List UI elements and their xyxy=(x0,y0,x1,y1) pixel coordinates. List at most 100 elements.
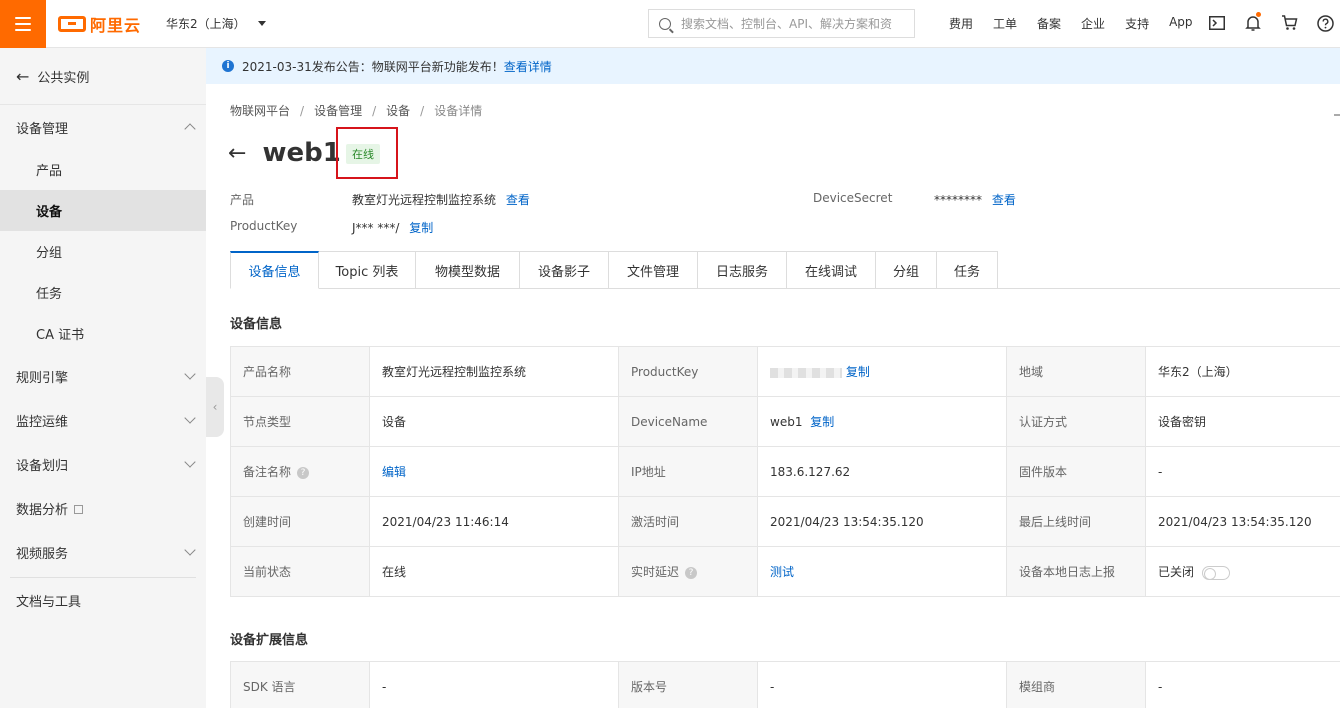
breadcrumb-device-mgmt[interactable]: 设备管理 xyxy=(314,104,362,118)
cell-key: 节点类型 xyxy=(230,396,370,447)
section-title-device-info: 设备信息 xyxy=(230,317,283,332)
tab-thing-model-data[interactable]: 物模型数据 xyxy=(416,251,520,289)
tab-topic-list[interactable]: Topic 列表 xyxy=(319,251,416,289)
help-icon[interactable] xyxy=(1314,12,1336,34)
sidebar-group-label: 设备划归 xyxy=(16,458,69,474)
aliyun-logo[interactable]: 阿里云 xyxy=(58,12,141,36)
table-row: 节点类型 设备 DeviceName web1 复制 认证方式 设备密钥 xyxy=(230,396,1340,447)
cell-key: DeviceName xyxy=(618,396,758,447)
page-title-row: ← web1 xyxy=(228,138,341,168)
sidebar-item-product[interactable]: 产品 xyxy=(0,149,206,190)
scrollbar-indicator[interactable] xyxy=(1334,114,1340,116)
cell-key: 最后上线时间 xyxy=(1006,496,1146,547)
copy-devicename-link[interactable]: 复制 xyxy=(810,415,834,429)
sidebar-group-label: 视频服务 xyxy=(16,546,69,562)
test-latency-link[interactable]: 测试 xyxy=(770,565,794,579)
cell-key: 地域 xyxy=(1006,346,1146,397)
link-icp[interactable]: 备案 xyxy=(1037,15,1061,32)
meta-productkey-label: ProductKey xyxy=(230,219,298,233)
copy-productkey-link[interactable]: 复制 xyxy=(846,365,870,379)
cell-key: 当前状态 xyxy=(230,546,370,597)
breadcrumb-sep: / xyxy=(420,104,425,118)
cell-value: - xyxy=(757,661,1007,708)
cell-key: 创建时间 xyxy=(230,496,370,547)
masked-productkey xyxy=(770,367,842,378)
copy-productkey-link[interactable]: 复制 xyxy=(409,221,433,235)
sidebar-item-ca-cert[interactable]: CA 证书 xyxy=(0,313,206,354)
cell-value: 2021/04/23 13:54:35.120 xyxy=(757,496,1007,547)
breadcrumb-sep: / xyxy=(300,104,305,118)
table-row: SDK 语言 - 版本号 - 模组商 - xyxy=(230,661,1340,708)
sidebar-group-video[interactable]: 视频服务 xyxy=(0,530,206,574)
external-link-icon xyxy=(74,504,84,514)
breadcrumb-device[interactable]: 设备 xyxy=(386,104,410,118)
tab-task[interactable]: 任务 xyxy=(937,251,998,289)
tab-device-info[interactable]: 设备信息 xyxy=(230,251,319,289)
sidebar-group-label: 设备管理 xyxy=(16,121,69,137)
back-arrow-icon[interactable]: ← xyxy=(228,141,246,166)
view-secret-link[interactable]: 查看 xyxy=(992,193,1016,207)
region-label: 华东2（上海） xyxy=(166,17,246,31)
link-app[interactable]: App xyxy=(1169,15,1192,32)
cell-key: 模组商 xyxy=(1006,661,1146,708)
link-billing[interactable]: 费用 xyxy=(949,15,973,32)
question-icon[interactable]: ? xyxy=(297,466,310,479)
sidebar-item-device[interactable]: 设备 xyxy=(0,190,206,231)
link-support[interactable]: 支持 xyxy=(1125,15,1149,32)
terminal-icon[interactable] xyxy=(1206,12,1228,34)
cell-value: web1 复制 xyxy=(757,396,1007,447)
back-to-public-instance[interactable]: ← 公共实例 xyxy=(0,48,206,105)
sidebar-group-data-analysis[interactable]: 数据分析 xyxy=(0,486,206,530)
tab-log-service[interactable]: 日志服务 xyxy=(698,251,787,289)
sidebar-item-task[interactable]: 任务 xyxy=(0,272,206,313)
cell-key: ProductKey xyxy=(618,346,758,397)
tab-file-mgmt[interactable]: 文件管理 xyxy=(609,251,698,289)
cell-key: 激活时间 xyxy=(618,496,758,547)
sidebar-group-monitoring[interactable]: 监控运维 xyxy=(0,398,206,442)
cell-key: 认证方式 xyxy=(1006,396,1146,447)
announcement-link[interactable]: 查看详情 xyxy=(504,58,552,75)
sidebar-group-device-mgmt[interactable]: 设备管理 xyxy=(0,105,206,149)
status-badge: 在线 xyxy=(346,144,380,164)
link-ticket[interactable]: 工单 xyxy=(993,15,1017,32)
search-placeholder: 搜索文档、控制台、API、解决方案和资 xyxy=(681,17,892,31)
search-input[interactable]: 搜索文档、控制台、API、解决方案和资 xyxy=(648,9,915,38)
tab-group[interactable]: 分组 xyxy=(876,251,937,289)
tab-device-shadow[interactable]: 设备影子 xyxy=(520,251,609,289)
breadcrumb-iot-platform[interactable]: 物联网平台 xyxy=(230,104,290,118)
announcement-text: 2021-03-31发布公告：物联网平台新功能发布！ xyxy=(242,59,504,74)
cell-value: 复制 xyxy=(757,346,1007,397)
breadcrumb-current: 设备详情 xyxy=(434,104,483,118)
top-navigation-bar: 阿里云 华东2（上海） 搜索文档、控制台、API、解决方案和资 费用 工单 备案… xyxy=(0,0,1340,48)
sidebar-group-rules[interactable]: 规则引擎 xyxy=(0,354,206,398)
cart-icon[interactable] xyxy=(1278,12,1300,34)
log-report-toggle[interactable] xyxy=(1202,565,1231,580)
cell-value: - xyxy=(1145,661,1340,708)
sidebar-group-device-transfer[interactable]: 设备划归 xyxy=(0,442,206,486)
product-name: 教室灯光远程控制监控系统 xyxy=(352,193,497,207)
bell-icon[interactable] xyxy=(1242,12,1264,34)
table-row: 当前状态 在线 实时延迟? 测试 设备本地日志上报 已关闭 xyxy=(230,546,1340,597)
meta-secret-value: ******** 查看 xyxy=(934,191,1016,208)
region-selector[interactable]: 华东2（上海） xyxy=(166,15,266,32)
back-label: 公共实例 xyxy=(37,70,90,86)
question-icon[interactable]: ? xyxy=(685,566,698,579)
view-product-link[interactable]: 查看 xyxy=(506,193,530,207)
edit-remark-link[interactable]: 编辑 xyxy=(382,465,406,479)
chevron-down-icon xyxy=(184,456,196,468)
ext-info-table: SDK 语言 - 版本号 - 模组商 - xyxy=(230,661,1340,708)
sidebar-group-label: 规则引擎 xyxy=(16,370,69,386)
sidebar-collapse-handle[interactable]: ‹ xyxy=(206,377,224,437)
link-enterprise[interactable]: 企业 xyxy=(1081,15,1105,32)
cell-value: 2021/04/23 13:54:35.120 xyxy=(1145,496,1340,547)
chevron-up-icon xyxy=(184,123,196,135)
meta-productkey-value: J*** ***/ 复制 xyxy=(352,219,433,236)
device-tabs: 设备信息 Topic 列表 物模型数据 设备影子 文件管理 日志服务 在线调试 … xyxy=(230,251,1340,289)
table-row: 产品名称 教室灯光远程控制监控系统 ProductKey 复制 地域 华东2（上… xyxy=(230,346,1340,397)
hamburger-menu-icon[interactable] xyxy=(0,0,46,48)
sidebar-item-group[interactable]: 分组 xyxy=(0,231,206,272)
cell-value: 2021/04/23 11:46:14 xyxy=(369,496,619,547)
sidebar-item-docs-tools[interactable]: 文档与工具 xyxy=(0,578,206,622)
tab-online-debug[interactable]: 在线调试 xyxy=(787,251,876,289)
logo-text: 阿里云 xyxy=(90,16,142,35)
